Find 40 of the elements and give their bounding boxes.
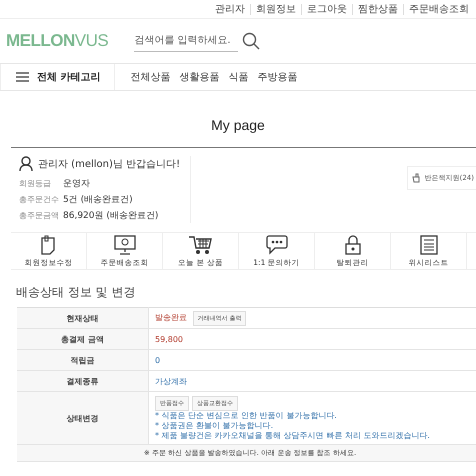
cart-icon bbox=[188, 234, 212, 254]
nav-link[interactable]: 전체상품 bbox=[130, 70, 170, 84]
row-label: 결제종류 bbox=[17, 370, 148, 392]
section-title: 배송상태 정보 및 변경 bbox=[16, 284, 136, 301]
category-button[interactable]: 전체 카테고리 bbox=[0, 64, 116, 90]
field-label: 총주문금액 bbox=[19, 210, 60, 220]
row-label: 적립금 bbox=[17, 350, 148, 370]
list-icon bbox=[420, 234, 438, 254]
row-label: 상태변경 bbox=[17, 392, 148, 444]
chat-icon bbox=[266, 234, 288, 254]
row-value: 가상계좌 bbox=[155, 376, 187, 386]
field-label: 회원등급 bbox=[19, 178, 52, 188]
top-link[interactable]: 회원정보 bbox=[250, 4, 301, 14]
field-label: 총주문건수 bbox=[19, 194, 60, 204]
field-value: 5건 (배송완료건) bbox=[63, 194, 133, 206]
row-label: 총결제 금액 bbox=[17, 328, 148, 350]
top-link[interactable]: 찜한상품 bbox=[352, 4, 403, 14]
page-title: My page bbox=[210, 117, 266, 133]
top-link[interactable]: 주문배송조회 bbox=[403, 4, 474, 14]
monitor-icon bbox=[114, 234, 136, 254]
row-value: 0 bbox=[155, 356, 160, 364]
field-value: 86,920원 (배송완료건) bbox=[63, 210, 158, 222]
greeting-text: 관리자 (mellon)님 반갑습니다! bbox=[38, 158, 180, 170]
notice-text: * 식품은 단순 변심으로 인한 반품이 불가능합니다. bbox=[155, 411, 338, 421]
nav-link[interactable]: 생활용품 bbox=[179, 70, 220, 84]
menu-icon bbox=[16, 72, 29, 82]
lock-icon bbox=[344, 234, 360, 254]
row-label: 현재상태 bbox=[17, 308, 148, 328]
nav-link[interactable]: 주방용품 bbox=[257, 70, 298, 84]
search-icon[interactable] bbox=[242, 32, 260, 50]
row-value: 발송완료 bbox=[155, 312, 187, 322]
field-value: 운영자 bbox=[63, 178, 90, 190]
row-value: 59,800 bbox=[155, 334, 183, 344]
notice-text: * 제품 불량건은 카카오채널을 통해 상담주시면 빠른 처리 도와드리겠습니다. bbox=[155, 431, 431, 441]
user-icon bbox=[19, 156, 33, 171]
nav-link[interactable]: 식품 bbox=[228, 70, 248, 84]
top-link[interactable]: 관리자 bbox=[210, 4, 250, 14]
notice-text: * 상품권은 환불이 불가능합니다. bbox=[155, 421, 274, 431]
top-link[interactable]: 로그아웃 bbox=[301, 4, 352, 14]
note-icon bbox=[40, 234, 58, 254]
